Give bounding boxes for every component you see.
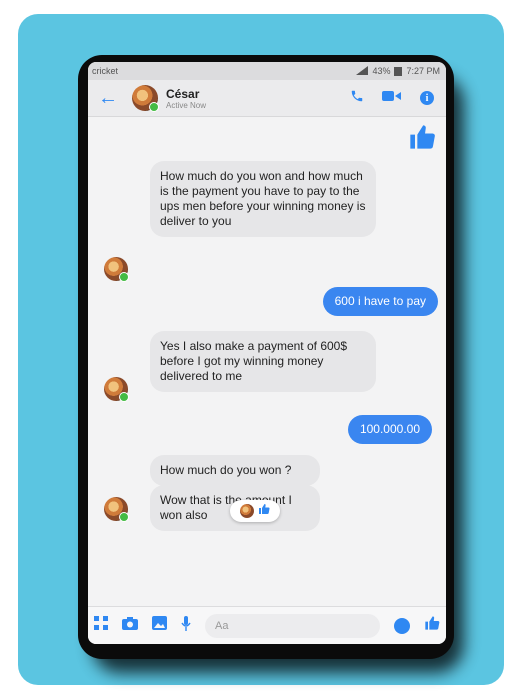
incoming-message: How much do you won ?	[150, 455, 320, 486]
reactor-avatar	[240, 504, 254, 518]
messenger-screen: cricket 43% 7:27 PM ← César Active Now i…	[88, 62, 446, 644]
header-actions: i	[350, 89, 440, 108]
message-list[interactable]: How much do you won and how much is the …	[88, 117, 446, 607]
contact-name: César	[166, 86, 200, 101]
phone-icon[interactable]	[350, 89, 364, 108]
online-indicator	[119, 272, 129, 282]
sender-avatar[interactable]	[104, 377, 129, 402]
clock: 7:27 PM	[406, 66, 440, 76]
contact-info[interactable]: César Active Now	[166, 87, 350, 110]
video-camera-icon[interactable]	[382, 89, 402, 107]
online-indicator	[119, 392, 129, 402]
emoji-icon[interactable]	[394, 617, 410, 634]
image-icon[interactable]	[152, 616, 167, 635]
phone-frame: cricket 43% 7:27 PM ← César Active Now i…	[78, 55, 454, 659]
signal-icon	[356, 65, 369, 77]
thumbs-up-icon	[408, 123, 436, 156]
microphone-icon[interactable]	[181, 615, 191, 636]
online-indicator	[119, 512, 129, 522]
thumbs-up-icon[interactable]	[424, 615, 440, 636]
thumbs-up-icon	[258, 502, 270, 520]
contact-avatar[interactable]	[132, 85, 159, 112]
back-arrow-icon[interactable]: ←	[94, 87, 132, 110]
incoming-message: Yes I also make a payment of 600$ before…	[150, 331, 376, 392]
sender-avatar[interactable]	[104, 257, 129, 282]
status-bar: cricket 43% 7:27 PM	[88, 62, 446, 80]
grid-icon[interactable]	[94, 616, 108, 635]
outgoing-message: 600 i have to pay	[322, 287, 438, 316]
battery-icon	[394, 66, 403, 76]
sender-avatar[interactable]	[104, 497, 129, 522]
camera-icon[interactable]	[122, 616, 138, 635]
battery-percent: 43%	[372, 66, 391, 76]
contact-status: Active Now	[166, 100, 207, 110]
outgoing-message: 100.000.00	[347, 415, 432, 444]
conversation-header: ← César Active Now i	[88, 80, 446, 117]
message-input[interactable]: Aa	[205, 613, 380, 638]
online-indicator	[149, 102, 159, 112]
incoming-message: How much do you won and how much is the …	[150, 161, 376, 237]
composer-bar: Aa	[88, 606, 446, 644]
reaction-badge[interactable]	[230, 500, 280, 522]
status-indicators: 43% 7:27 PM	[356, 65, 440, 77]
info-icon[interactable]: i	[420, 91, 434, 105]
carrier-label: cricket	[92, 66, 119, 76]
